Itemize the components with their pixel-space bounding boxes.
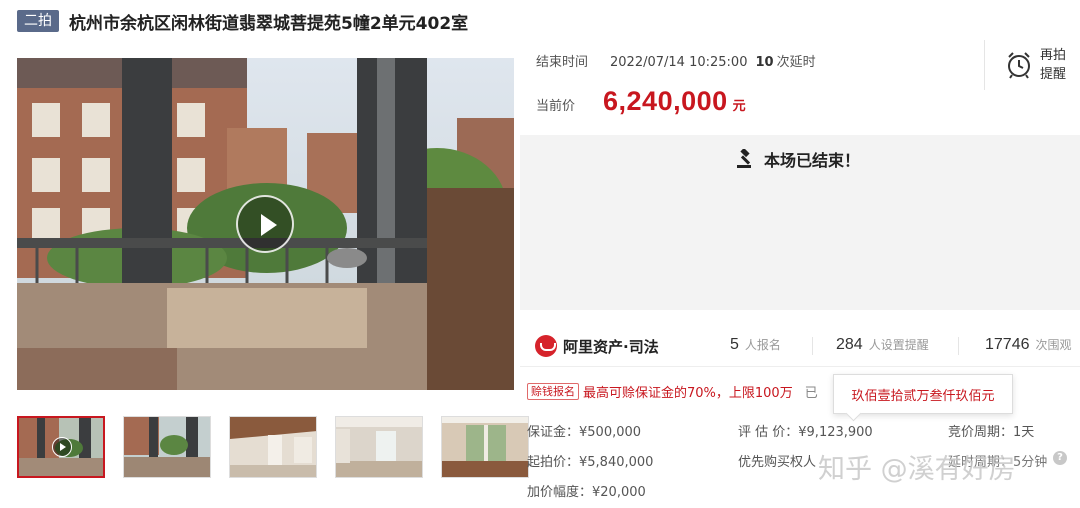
reminder-label: 人设置提醒	[868, 338, 929, 352]
reminder-stat: 284 人设置提醒	[836, 336, 929, 354]
priority-buyer: 优先购买权人	[738, 455, 817, 470]
credit-signup-tag: 赊钱报名	[527, 383, 579, 400]
end-time-row: 结束时间 2022/07/14 10:25:00 10 次延时	[536, 51, 816, 70]
auction-ended-message: 本场已结束！	[736, 147, 860, 171]
appraisal-tooltip: 玖佰壹拾贰万叁仟玖佰元	[833, 374, 1013, 414]
play-video-button[interactable]	[236, 195, 294, 253]
credit-deposit-text: 最高可赊保证金的70%，上限100万	[583, 386, 793, 401]
current-price-label: 当前价	[536, 99, 576, 114]
reauction-remind-button[interactable]: 再拍提醒	[1006, 46, 1068, 84]
credit-deposit-more: 已	[804, 386, 818, 401]
thumbnail-5[interactable]	[441, 416, 529, 478]
divider	[984, 40, 985, 90]
bid-increment: 加价幅度：¥20,000	[527, 485, 646, 500]
ended-text: 本场已结束！	[764, 151, 861, 170]
auction-ended-box: 本场已结束！	[520, 135, 1080, 310]
help-icon[interactable]: ?	[1053, 451, 1067, 465]
stats-row: 阿里资产·司法 5 人报名 284 人设置提醒 17746 次围观	[520, 325, 1080, 367]
divider	[958, 337, 959, 355]
thumbnail-strip	[17, 416, 529, 478]
main-property-photo[interactable]	[17, 58, 514, 390]
reminder-count: 284	[836, 336, 863, 353]
ali-logo-icon	[535, 335, 557, 357]
current-price-value: 6,240,000	[603, 86, 728, 116]
title-bar: 二拍 杭州市余杭区闲林街道翡翠城菩提苑5幢2单元402室	[17, 9, 469, 34]
page-title: 杭州市余杭区闲林街道翡翠城菩提苑5幢2单元402室	[69, 13, 469, 34]
thumbnail-1[interactable]	[17, 416, 105, 478]
delay-count: 10	[755, 55, 774, 70]
start-price: 起拍价：¥5,840,000	[527, 455, 654, 470]
delay-cycle: 延时周期：5分钟	[948, 455, 1048, 470]
price-unit: 元	[732, 99, 746, 114]
remind-label: 再拍提醒	[1040, 48, 1067, 82]
current-price-row: 当前价 6,240,000 元	[536, 86, 746, 117]
signup-count: 5	[730, 336, 739, 353]
end-time-value: 2022/07/14 10:25:00	[610, 55, 748, 70]
thumbnail-4[interactable]	[335, 416, 423, 478]
divider	[812, 337, 813, 355]
logo-text: 阿里资产·司法	[563, 337, 659, 356]
view-count: 17746	[985, 336, 1030, 353]
deposit-amount: 保证金：¥500,000	[527, 425, 642, 440]
end-time-label: 结束时间	[536, 55, 589, 70]
thumbnail-2[interactable]	[123, 416, 211, 478]
thumbnail-play-icon	[52, 437, 72, 457]
ali-judicial-logo: 阿里资产·司法	[535, 335, 659, 357]
credit-deposit-bar[interactable]: 赊钱报名 最高可赊保证金的70%，上限100万 已	[527, 382, 818, 401]
gavel-icon	[737, 149, 751, 168]
thumbnail-3[interactable]	[229, 416, 317, 478]
appraisal-price: 评 估 价：¥9,123,900	[738, 425, 873, 440]
signup-stat: 5 人报名	[730, 336, 781, 354]
view-stat: 17746 次围观	[985, 336, 1072, 354]
signup-label: 人报名	[744, 338, 781, 352]
view-label: 次围观	[1035, 338, 1072, 352]
auction-round-tag: 二拍	[17, 10, 59, 32]
bid-cycle: 竞价周期：1天	[948, 425, 1035, 440]
delay-label: 次延时	[776, 55, 816, 70]
alarm-clock-icon	[1008, 52, 1030, 79]
